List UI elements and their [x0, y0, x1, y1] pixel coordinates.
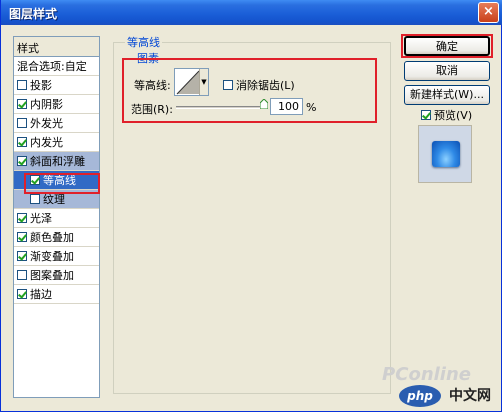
inner-shadow-checkbox[interactable]	[17, 99, 27, 109]
style-item-inner-glow[interactable]: 内发光	[14, 133, 99, 152]
pconline-watermark: PConline	[382, 364, 471, 385]
style-item-inner-shadow[interactable]: 内阴影	[14, 95, 99, 114]
outer-glow-label: 外发光	[30, 117, 63, 130]
ok-button-highlight	[401, 34, 493, 58]
satin-label: 光泽	[30, 212, 52, 225]
contour-settings-highlight	[122, 58, 377, 123]
pattern-overlay-label: 图案叠加	[30, 269, 74, 282]
style-item-stroke[interactable]: 描边	[14, 285, 99, 304]
satin-checkbox[interactable]	[17, 213, 27, 223]
inner-glow-checkbox[interactable]	[17, 137, 27, 147]
new-style-button[interactable]: 新建样式(W)...	[404, 85, 490, 105]
gradient-overlay-label: 渐变叠加	[30, 250, 74, 263]
texture-checkbox[interactable]	[30, 194, 40, 204]
php-logo: php	[399, 385, 441, 407]
bevel-emboss-checkbox[interactable]	[17, 156, 27, 166]
drop-shadow-label: 投影	[30, 79, 52, 92]
color-overlay-label: 颜色叠加	[30, 231, 74, 244]
preview-checkbox[interactable]	[421, 110, 431, 120]
style-item-bevel-emboss[interactable]: 斜面和浮雕	[14, 152, 99, 171]
preview-option[interactable]: 预览(V)	[421, 107, 472, 123]
styles-list: 样式 混合选项:自定 投影 内阴影 外发光 内发光 斜面和浮雕 等高线 纹理 光…	[13, 36, 100, 398]
style-item-satin[interactable]: 光泽	[14, 209, 99, 228]
inner-shadow-label: 内阴影	[30, 98, 63, 111]
close-button[interactable]: ×	[478, 2, 499, 23]
gradient-overlay-checkbox[interactable]	[17, 251, 27, 261]
drop-shadow-checkbox[interactable]	[17, 80, 27, 90]
style-item-color-overlay[interactable]: 颜色叠加	[14, 228, 99, 247]
style-item-pattern-overlay[interactable]: 图案叠加	[14, 266, 99, 285]
chinese-site-watermark: 中文网	[449, 388, 491, 404]
stroke-checkbox[interactable]	[17, 289, 27, 299]
window-title: 图层样式	[9, 7, 58, 21]
pattern-overlay-checkbox[interactable]	[17, 270, 27, 280]
style-item-gradient-overlay[interactable]: 渐变叠加	[14, 247, 99, 266]
preview-swatch	[432, 141, 460, 167]
style-item-outer-glow[interactable]: 外发光	[14, 114, 99, 133]
title-bar[interactable]: 图层样式 ×	[1, 0, 502, 25]
preview-label: 预览(V)	[434, 109, 473, 122]
bevel-emboss-label: 斜面和浮雕	[30, 155, 85, 168]
outer-glow-checkbox[interactable]	[17, 118, 27, 128]
styles-list-header[interactable]: 样式	[14, 37, 99, 57]
inner-glow-label: 内发光	[30, 136, 63, 149]
cancel-button[interactable]: 取消	[404, 61, 490, 81]
style-item-drop-shadow[interactable]: 投影	[14, 76, 99, 95]
stroke-label: 描边	[30, 288, 52, 301]
style-preview	[418, 125, 472, 183]
contour-item-highlight	[24, 173, 100, 194]
color-overlay-checkbox[interactable]	[17, 232, 27, 242]
layer-style-dialog: 图层样式 × 样式 混合选项:自定 投影 内阴影 外发光 内发光 斜面和浮雕 等…	[0, 0, 502, 412]
group-title: 等高线	[125, 34, 162, 50]
blending-options-item[interactable]: 混合选项:自定	[14, 57, 99, 76]
blending-options-label: 混合选项:自定	[17, 60, 87, 73]
texture-label: 纹理	[43, 193, 65, 206]
